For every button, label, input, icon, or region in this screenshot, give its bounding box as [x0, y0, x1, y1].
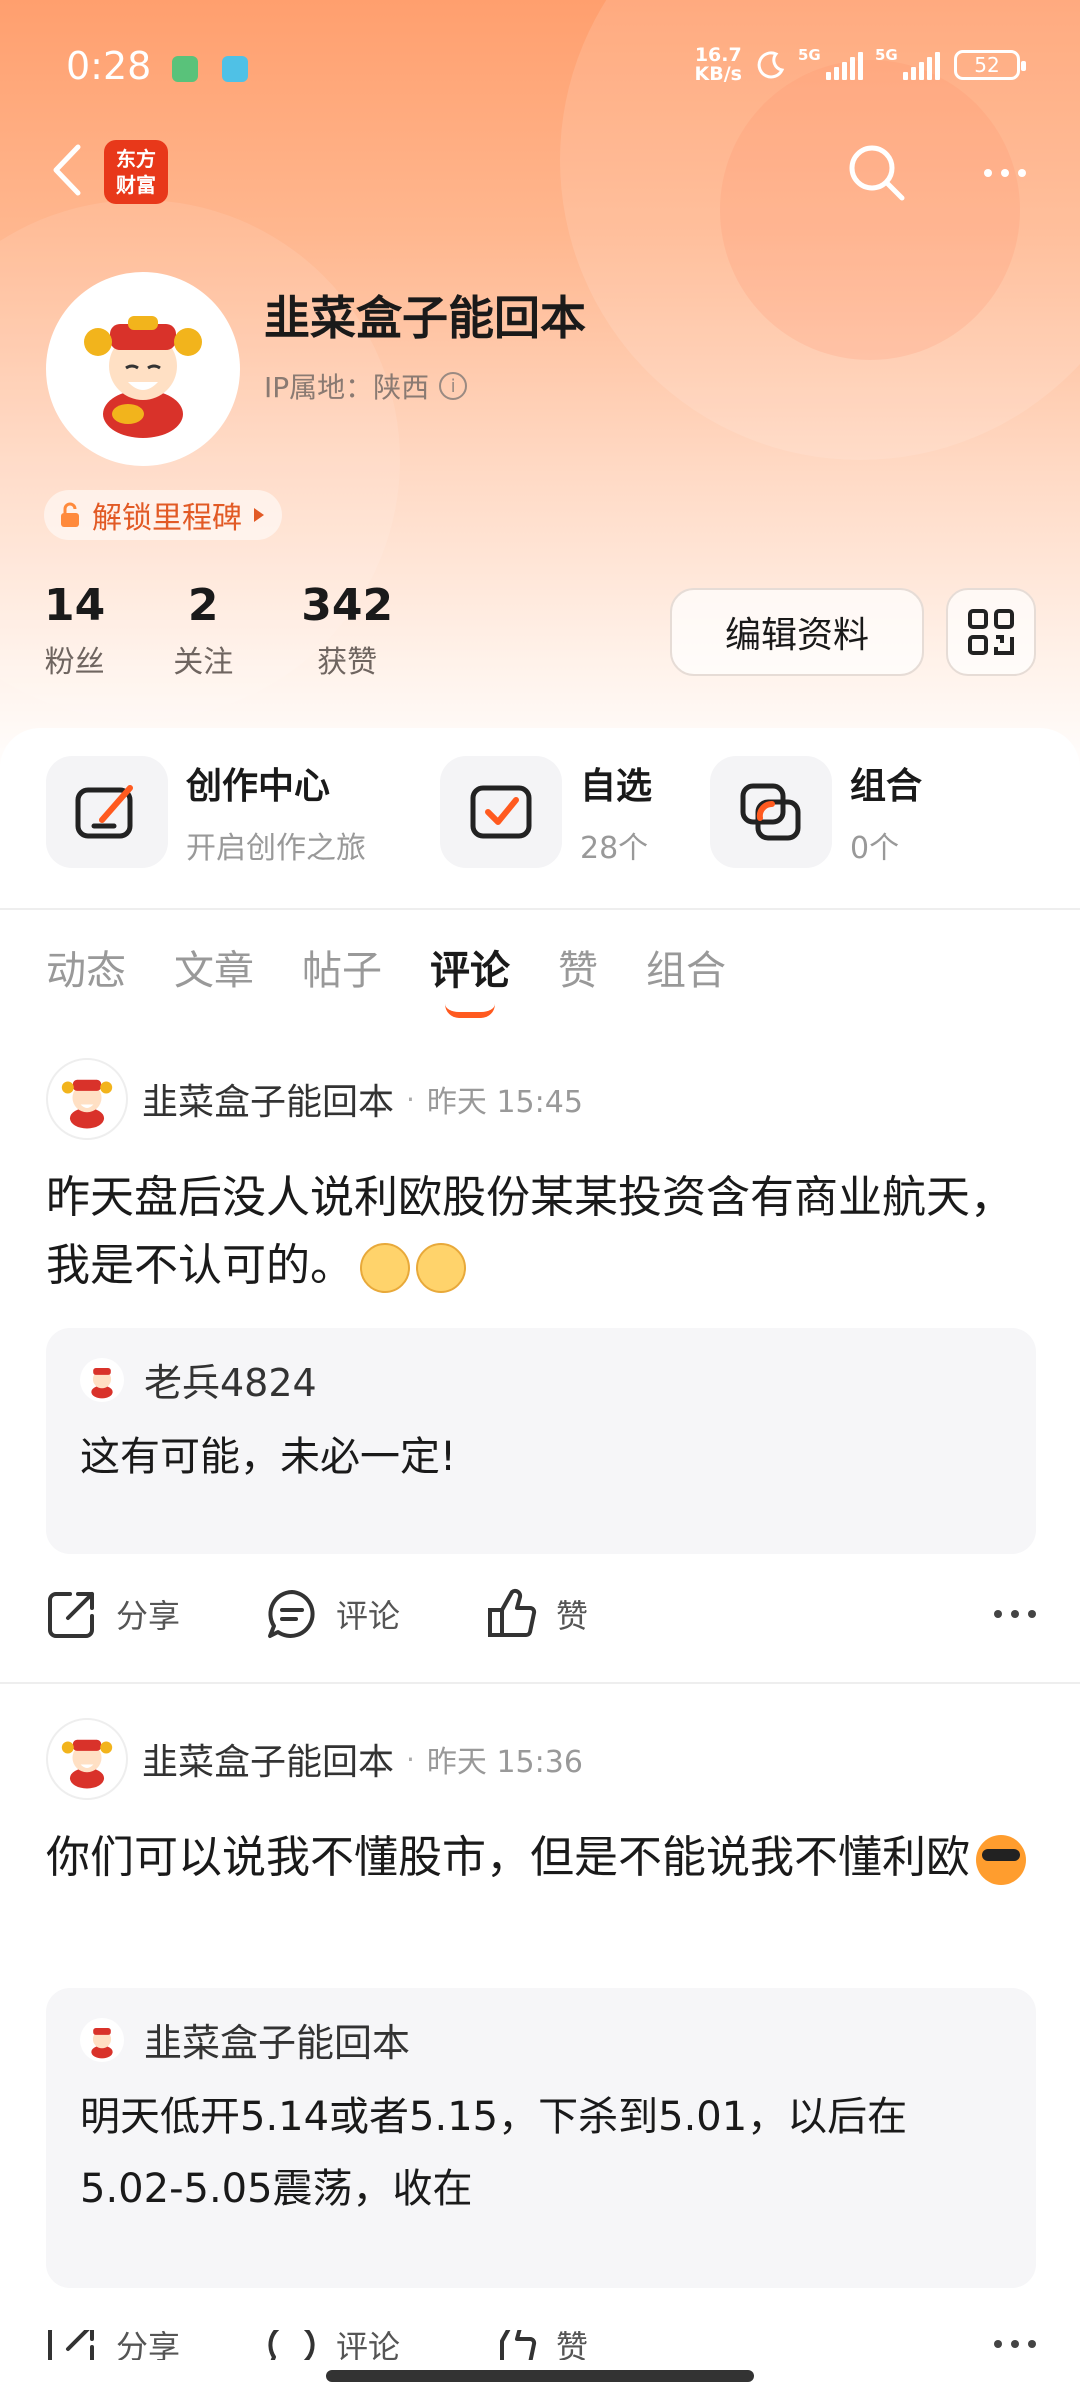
- content-tabs: 动态 文章 帖子 评论 赞 组合: [46, 938, 726, 996]
- likes-stat[interactable]: 342 获赞: [301, 580, 393, 681]
- feature-subtitle: 开启创作之旅: [186, 831, 366, 866]
- comment-button[interactable]: 评论: [266, 1588, 400, 1640]
- status-bar: 0:28 16.7 KB/s 5G 5G 52: [0, 0, 1080, 130]
- search-icon: [849, 145, 905, 201]
- app-notification-icon: [222, 56, 248, 82]
- post-body[interactable]: 你们可以说我不懂股市，但是不能说我不懂利欧: [46, 1824, 1036, 1892]
- divider: [0, 1682, 1080, 1684]
- sunglasses-emoji-icon: [976, 1835, 1026, 1885]
- home-indicator[interactable]: [326, 2370, 754, 2382]
- list-item: 韭菜盒子能回本 · 昨天 15:36 你们可以说我不懂股市，但是不能说我不懂利欧…: [0, 1718, 1080, 2360]
- share-icon: [48, 1592, 94, 1638]
- caishen-avatar-icon: [91, 1367, 113, 1398]
- status-time: 0:28: [66, 44, 152, 88]
- avatar[interactable]: [46, 1718, 128, 1800]
- tab-articles[interactable]: 文章: [174, 938, 254, 996]
- post-more-button[interactable]: [994, 2340, 1036, 2348]
- qr-code-button[interactable]: [946, 588, 1036, 676]
- triangle-right-icon: [254, 508, 264, 522]
- chevron-left-icon: [53, 144, 81, 196]
- avatar[interactable]: [46, 272, 240, 466]
- like-button[interactable]: 赞: [486, 1588, 588, 1640]
- signal-icon-2: 5G: [875, 46, 940, 80]
- doge-emoji-icon: [360, 1243, 410, 1293]
- tab-comments[interactable]: 评论: [430, 938, 510, 996]
- post-author[interactable]: 韭菜盒子能回本: [142, 1073, 394, 1125]
- comment-icon: [268, 2330, 315, 2360]
- feature-title: 创作中心: [186, 766, 331, 807]
- moon-icon: [757, 51, 785, 79]
- share-button[interactable]: 分享: [46, 1588, 180, 1640]
- like-button[interactable]: 赞: [486, 2330, 588, 2360]
- search-button[interactable]: [844, 140, 910, 206]
- ip-location: IP属地：陕西 i: [264, 366, 468, 406]
- divider: [0, 908, 1080, 910]
- tab-portfolios[interactable]: 组合: [646, 938, 726, 996]
- feature-subtitle: 0个: [850, 831, 900, 866]
- quote-author: 老兵4824: [144, 1361, 317, 1405]
- post-body[interactable]: 昨天盘后没人说利欧股份某某投资含有商业航天，我是不认可的。: [46, 1164, 1036, 1300]
- post-actions: 分享 评论 赞: [46, 1588, 1036, 1640]
- comment-icon: [268, 1590, 315, 1638]
- feature-subtitle: 28个: [580, 831, 649, 866]
- tab-dynamics[interactable]: 动态: [46, 938, 126, 996]
- signal-icon: 5G: [798, 46, 863, 80]
- list-item: 韭菜盒子能回本 · 昨天 15:45 昨天盘后没人说利欧股份某某投资含有商业航天…: [0, 1058, 1080, 1678]
- quote-author: 韭菜盒子能回本: [144, 2021, 411, 2065]
- wechat-icon: [172, 56, 198, 82]
- creation-center-entry[interactable]: 创作中心 开启创作之旅: [46, 756, 366, 868]
- caishen-avatar-icon: [61, 1079, 113, 1129]
- tab-posts[interactable]: 帖子: [302, 938, 382, 996]
- unlock-milestone-button[interactable]: 解锁里程碑: [44, 490, 282, 540]
- battery-icon: 52: [954, 50, 1026, 80]
- quote-text: 这有可能，未必一定!: [80, 1434, 457, 1480]
- edit-pen-icon: [75, 785, 133, 839]
- quoted-comment[interactable]: 老兵4824 这有可能，未必一定!: [46, 1328, 1036, 1554]
- caishen-avatar-icon: [61, 1739, 113, 1789]
- thumbs-up-icon: [500, 2330, 537, 2360]
- profile-stats: 14 粉丝 2 关注 342 获赞: [44, 580, 461, 681]
- back-button[interactable]: [42, 140, 92, 200]
- lock-icon: [61, 502, 79, 527]
- feature-title: 自选: [580, 766, 653, 807]
- profile-username: 韭菜盒子能回本: [264, 291, 586, 345]
- watchlist-entry[interactable]: 自选 28个: [440, 756, 652, 868]
- caishen-avatar-icon: [91, 2027, 113, 2058]
- qr-code-icon: [968, 609, 1014, 655]
- post-actions: 分享 评论 赞: [46, 2330, 1036, 2360]
- following-stat[interactable]: 2 关注: [173, 580, 233, 681]
- avatar: [80, 1357, 124, 1402]
- quoted-comment[interactable]: 韭菜盒子能回本 明天低开5.14或者5.15，下杀到5.01，以后在5.02-5…: [46, 1988, 1036, 2288]
- portfolio-icon: [740, 783, 801, 841]
- doge-emoji-icon: [416, 1243, 466, 1293]
- share-button[interactable]: 分享: [46, 2330, 180, 2360]
- followers-stat[interactable]: 14 粉丝: [44, 580, 105, 681]
- net-speed: 16.7 KB/s: [694, 44, 742, 85]
- avatar[interactable]: [46, 1058, 128, 1140]
- portfolio-entry[interactable]: 组合 0个: [710, 756, 922, 868]
- tab-likes[interactable]: 赞: [558, 938, 598, 996]
- edit-profile-button[interactable]: 编辑资料: [670, 588, 924, 676]
- info-icon[interactable]: i: [439, 372, 468, 400]
- post-more-button[interactable]: [994, 1610, 1036, 1618]
- post-time: 昨天 15:36: [426, 1745, 583, 1780]
- caishen-avatar-icon: [84, 316, 202, 438]
- checkbox-icon: [470, 785, 532, 839]
- avatar: [80, 2017, 124, 2062]
- quote-text: 明天低开5.14或者5.15，下杀到5.01，以后在5.02-5.05震荡，收在: [80, 2094, 908, 2212]
- post-time: 昨天 15:45: [426, 1085, 583, 1120]
- thumbs-up-icon: [488, 1588, 537, 1637]
- post-author[interactable]: 韭菜盒子能回本: [142, 1733, 394, 1785]
- more-options-button[interactable]: [970, 140, 1040, 206]
- feature-title: 组合: [850, 766, 923, 807]
- share-icon: [48, 2330, 94, 2360]
- comment-button[interactable]: 评论: [266, 2330, 400, 2360]
- app-logo: 东方 财富: [104, 140, 168, 204]
